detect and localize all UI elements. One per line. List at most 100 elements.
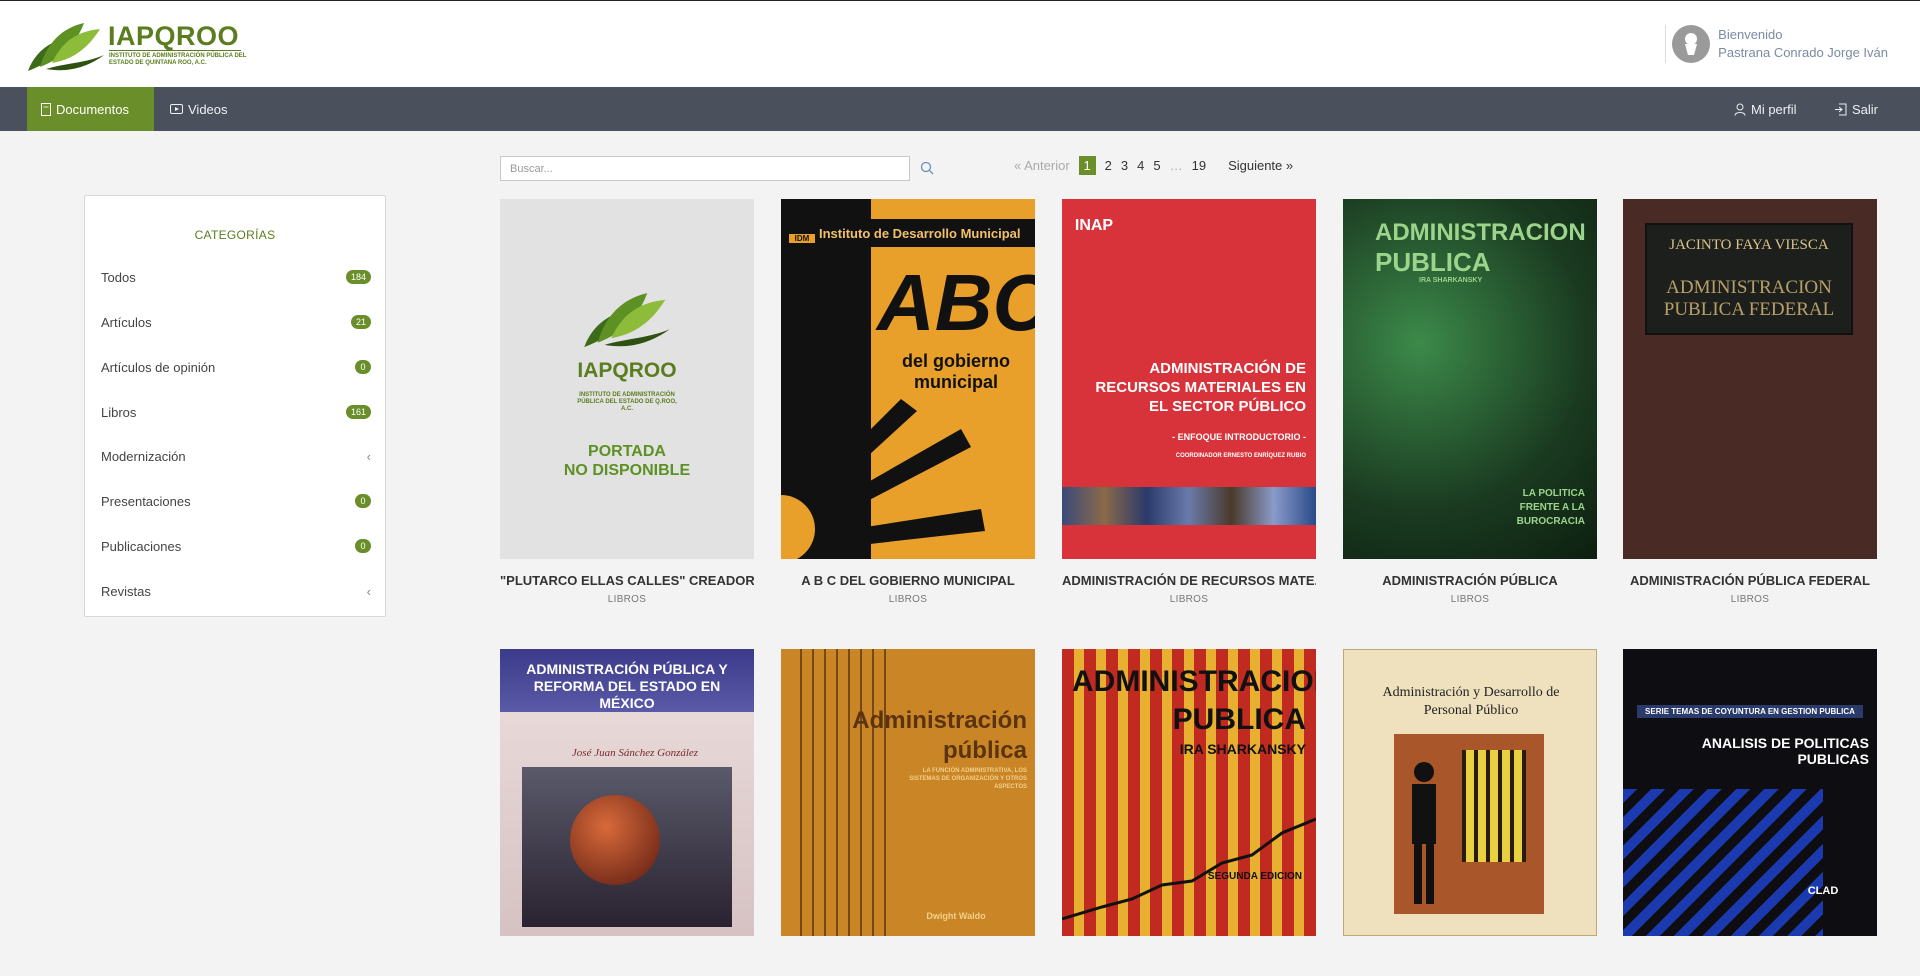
cover-text: COORDINADOR ERNESTO ENRÍQUEZ RUBIO bbox=[1175, 453, 1306, 459]
pagination-page[interactable]: 3 bbox=[1121, 158, 1128, 173]
pagination-page[interactable]: 4 bbox=[1137, 158, 1144, 173]
nav-profile-label: Mi perfil bbox=[1751, 101, 1797, 117]
book-cover[interactable]: ADMINISTRACIÓN PÚBLICA Y REFORMA DEL EST… bbox=[500, 649, 754, 936]
main-nav: Documentos Videos Mi perfil Salir bbox=[0, 87, 1920, 131]
sunburst-art bbox=[781, 399, 985, 559]
cover-text: Instituto de Desarrollo Municipal bbox=[819, 226, 1021, 241]
nav-logout[interactable]: Salir bbox=[1820, 87, 1892, 131]
book-title[interactable]: ADMINISTRACIÓN PÚBLICA FEDERAL bbox=[1623, 573, 1877, 588]
count-badge: 0 bbox=[355, 494, 371, 508]
user-text: Bienvenido Pastrana Conrado Jorge Iván bbox=[1718, 26, 1888, 62]
cover-text: ADMINISTRACIÓN DE RECURSOS MATERIALES EN… bbox=[1095, 360, 1306, 415]
book-cover[interactable]: IAPQROO INSTITUTO DE ADMINISTRACIÓN PÚBL… bbox=[500, 199, 754, 559]
user-icon bbox=[1734, 103, 1746, 116]
book-cover[interactable]: INAP ADMINISTRACIÓN DE RECURSOS MATERIAL… bbox=[1062, 199, 1316, 559]
cover-text: PORTADA bbox=[588, 443, 666, 460]
book-card[interactable]: INAP ADMINISTRACIÓN DE RECURSOS MATERIAL… bbox=[1062, 199, 1316, 605]
pagination-next[interactable]: Siguiente » bbox=[1228, 158, 1293, 173]
cover-text: LA POLITICA FRENTE A LA BUROCRACIA bbox=[1516, 488, 1585, 527]
cover-text: ABC bbox=[877, 258, 1035, 347]
cover-lines-art bbox=[800, 649, 886, 936]
categories-title: CATEGORÍAS bbox=[194, 228, 276, 242]
cover-text: ANALISIS DE POLITICAS PUBLICAS bbox=[1701, 735, 1869, 767]
book-category: LIBROS bbox=[1169, 594, 1209, 605]
cover-pattern-art bbox=[1623, 789, 1823, 936]
book-title[interactable]: "PLUTARCO ELLAS CALLES" CREADOR D... bbox=[500, 573, 754, 588]
logo-leaves-icon bbox=[584, 293, 670, 348]
person-silhouette-art bbox=[1412, 762, 1436, 904]
avatar[interactable] bbox=[1672, 25, 1711, 63]
book-card[interactable]: Administración pública LA FUNCIÓN ADMINI… bbox=[781, 649, 1035, 936]
cover-window-art bbox=[1462, 750, 1526, 862]
book-card[interactable]: Instituto de Desarrollo Municipal ABC de… bbox=[781, 199, 1035, 605]
divider bbox=[1665, 25, 1667, 63]
category-label: Todos bbox=[101, 269, 136, 285]
document-icon bbox=[41, 102, 51, 116]
book-card[interactable]: JACINTO FAYA VIESCA ADMINISTRACION PUBLI… bbox=[1623, 199, 1877, 605]
pagination-prev[interactable]: « Anterior bbox=[1014, 158, 1070, 173]
category-libros[interactable]: Libros 161 bbox=[101, 400, 371, 424]
book-card[interactable]: IAPQROO INSTITUTO DE ADMINISTRACIÓN PÚBL… bbox=[500, 199, 754, 605]
book-title[interactable]: ADMINISTRACIÓN DE RECURSOS MATE... bbox=[1062, 573, 1316, 588]
search-input[interactable] bbox=[500, 156, 910, 181]
pagination-page[interactable]: 19 bbox=[1192, 158, 1206, 173]
cover-text: INAP bbox=[1074, 217, 1114, 234]
nav-videos[interactable]: Videos bbox=[156, 87, 242, 131]
book-card[interactable]: ADMINISTRACIÓN PÚBLICA Y REFORMA DEL EST… bbox=[500, 649, 754, 936]
pagination-page[interactable]: 2 bbox=[1105, 158, 1112, 173]
category-presentaciones[interactable]: Presentaciones 0 bbox=[101, 489, 371, 513]
cover-sphere bbox=[570, 795, 660, 885]
category-label: Publicaciones bbox=[101, 538, 182, 554]
cover-brand: IAPQROO bbox=[577, 359, 677, 382]
book-card[interactable]: SERIE TEMAS DE COYUNTURA EN GESTION PUBL… bbox=[1623, 649, 1877, 936]
count-badge: 0 bbox=[355, 539, 371, 553]
count-badge: 0 bbox=[355, 360, 371, 374]
book-category: LIBROS bbox=[888, 594, 928, 605]
category-publicaciones[interactable]: Publicaciones 0 bbox=[101, 534, 371, 558]
cover-text: Dwight Waldo bbox=[926, 911, 986, 921]
book-cover[interactable]: ADMINISTRACION PUBLICA IRA SHARKANSKY SE… bbox=[1062, 649, 1316, 936]
category-todos[interactable]: Todos 184 bbox=[101, 265, 371, 289]
book-cover[interactable]: ADMINISTRACION PUBLICA IRA SHARKANSKY LA… bbox=[1343, 199, 1597, 559]
category-articulos[interactable]: Artículos 21 bbox=[101, 310, 371, 334]
book-cover[interactable]: Administración pública LA FUNCIÓN ADMINI… bbox=[781, 649, 1035, 936]
logo-subtitle: INSTITUTO DE ADMINISTRACIÓN PÚBLICA DEL … bbox=[109, 53, 247, 66]
cover-text: del gobierno municipal bbox=[902, 351, 1010, 392]
book-card[interactable]: ADMINISTRACION PUBLICA IRA SHARKANSKY SE… bbox=[1062, 649, 1316, 936]
brand-logo[interactable]: IAPQROO INSTITUTO DE ADMINISTRACIÓN PÚBL… bbox=[26, 19, 266, 75]
nav-documents[interactable]: Documentos bbox=[27, 87, 154, 131]
nav-profile[interactable]: Mi perfil bbox=[1720, 87, 1811, 131]
search-icon[interactable] bbox=[918, 159, 938, 179]
category-label: Libros bbox=[101, 404, 137, 420]
cover-text: José Juan Sánchez González bbox=[571, 747, 699, 759]
book-cover[interactable]: JACINTO FAYA VIESCA ADMINISTRACION PUBLI… bbox=[1623, 199, 1877, 559]
book-category: LIBROS bbox=[1450, 594, 1490, 605]
user-name: Pastrana Conrado Jorge Iván bbox=[1718, 45, 1888, 60]
book-cover[interactable]: Instituto de Desarrollo Municipal ABC de… bbox=[781, 199, 1035, 559]
book-cover[interactable]: SERIE TEMAS DE COYUNTURA EN GESTION PUBL… bbox=[1623, 649, 1877, 936]
cover-text: LA FUNCIÓN ADMINISTRATIVA, LOS SISTEMAS … bbox=[909, 768, 1027, 790]
book-title[interactable]: A B C DEL GOBIERNO MUNICIPAL bbox=[781, 573, 1035, 588]
cover-text: IRA SHARKANSKY bbox=[1419, 277, 1483, 284]
book-card[interactable]: ADMINISTRACION PUBLICA IRA SHARKANSKY LA… bbox=[1343, 199, 1597, 605]
pagination-page-current[interactable]: 1 bbox=[1078, 155, 1096, 175]
category-revistas[interactable]: Revistas ‹ bbox=[101, 579, 371, 603]
cover-text: Administración y Desarrollo de Personal … bbox=[1382, 685, 1560, 718]
cover-text: IDM bbox=[789, 234, 815, 243]
category-label: Artículos bbox=[101, 314, 152, 330]
nav-videos-label: Videos bbox=[188, 101, 228, 117]
cover-text: - ENFOQUE INTRODUCTORIO - bbox=[1172, 432, 1306, 442]
book-category: LIBROS bbox=[607, 594, 647, 605]
category-label: Presentaciones bbox=[101, 493, 191, 509]
book-cover[interactable]: Administración y Desarrollo de Personal … bbox=[1343, 649, 1597, 936]
logo-rule bbox=[109, 50, 241, 51]
category-articulos-opinion[interactable]: Artículos de opinión 0 bbox=[101, 355, 371, 379]
count-badge: 184 bbox=[345, 270, 371, 284]
book-card[interactable]: Administración y Desarrollo de Personal … bbox=[1343, 649, 1597, 936]
pagination-page[interactable]: 5 bbox=[1153, 158, 1160, 173]
category-label: Artículos de opinión bbox=[101, 359, 216, 375]
category-modernizacion[interactable]: Modernización ‹ bbox=[101, 444, 371, 468]
cover-text: CLAD bbox=[1807, 885, 1839, 897]
categories-panel: CATEGORÍAS Todos 184 Artículos 21 Artícu… bbox=[84, 195, 386, 617]
book-title[interactable]: ADMINISTRACIÓN PÚBLICA bbox=[1343, 573, 1597, 588]
